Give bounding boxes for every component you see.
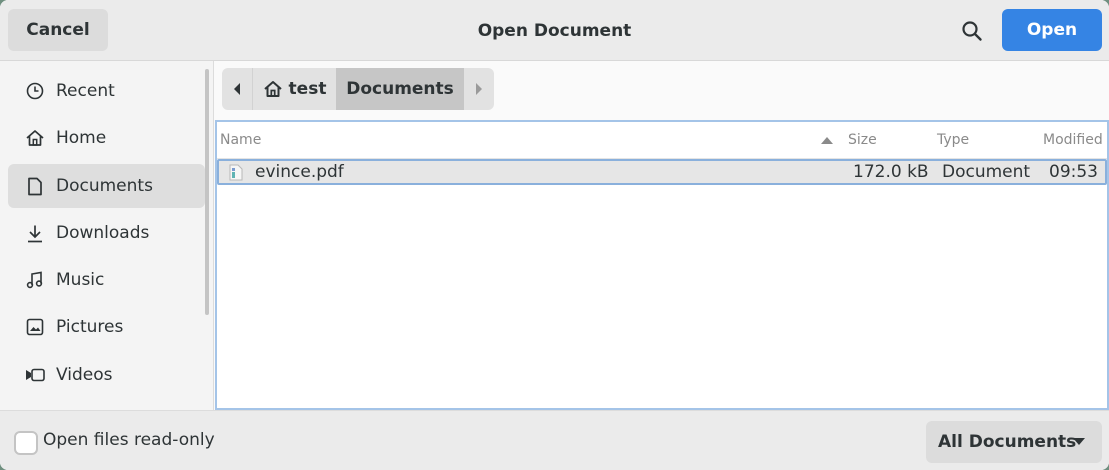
home-icon: [263, 81, 282, 97]
column-header-modified-label: Modified: [1043, 132, 1103, 148]
column-header-name[interactable]: Name: [220, 122, 840, 158]
path-scroll-right-button[interactable]: [464, 68, 494, 110]
dialog-title: Open Document: [477, 20, 632, 41]
read-only-checkbox[interactable]: [14, 431, 38, 455]
picture-icon: [25, 317, 45, 337]
column-header-type-label: Type: [937, 132, 970, 148]
document-icon: [25, 176, 45, 196]
sidebar-scrollbar[interactable]: [205, 69, 209, 315]
header-bar: Cancel Open Document Open: [0, 0, 1109, 61]
sidebar-item-label: Documents: [56, 176, 153, 196]
sidebar-item-downloads[interactable]: Downloads: [8, 211, 205, 255]
file-list[interactable]: Name Size Type Modified evince.pdf 172.0…: [215, 120, 1109, 410]
file-type-filter-dropdown[interactable]: All Documents: [926, 421, 1102, 463]
chevron-left-icon: [234, 83, 240, 95]
file-size: 172.0 kB: [853, 162, 929, 182]
home-icon: [25, 128, 45, 148]
sidebar-item-label: Videos: [56, 365, 113, 385]
path-button-documents[interactable]: Documents: [336, 68, 464, 110]
sidebar-item-home[interactable]: Home: [8, 116, 205, 160]
path-scroll-left-button[interactable]: [222, 68, 252, 110]
open-button[interactable]: Open: [1002, 9, 1102, 51]
sort-ascending-icon: [820, 122, 840, 158]
column-header-size-label: Size: [848, 132, 877, 148]
table-row[interactable]: evince.pdf 172.0 kB Document 09:53: [217, 159, 1107, 185]
path-home-label: test: [288, 79, 327, 99]
pdf-file-icon: [229, 161, 245, 183]
sidebar-item-documents[interactable]: Documents: [8, 164, 205, 208]
path-bar: test Documents: [222, 68, 494, 110]
filter-label: All Documents: [938, 432, 1077, 452]
sidebar-item-label: Pictures: [56, 317, 124, 337]
column-header-name-label: Name: [220, 132, 262, 148]
sidebar-item-pictures[interactable]: Pictures: [8, 305, 205, 349]
column-header-size[interactable]: Size: [848, 122, 928, 158]
sidebar-item-recent[interactable]: Recent: [8, 69, 205, 113]
music-icon: [25, 270, 45, 290]
column-header-modified[interactable]: Modified: [1043, 122, 1109, 158]
sidebar-item-videos[interactable]: Videos: [8, 353, 205, 397]
chevron-down-icon: [1073, 438, 1085, 445]
file-type: Document: [942, 162, 1031, 182]
path-button-home[interactable]: test: [252, 68, 336, 110]
sidebar-item-label: Downloads: [56, 223, 150, 243]
file-chooser-dialog: Cancel Open Document Open Recent Home Do…: [0, 0, 1109, 470]
sidebar-item-label: Recent: [56, 81, 115, 101]
column-header-type[interactable]: Type: [937, 122, 1027, 158]
sidebar-item-music[interactable]: Music: [8, 258, 205, 302]
footer-bar: Open files read-only All Documents: [0, 410, 1109, 470]
file-modified: 09:53: [1049, 162, 1098, 182]
path-current-label: Documents: [346, 79, 454, 99]
search-button[interactable]: [952, 11, 992, 51]
cancel-button[interactable]: Cancel: [8, 9, 108, 51]
read-only-label[interactable]: Open files read-only: [43, 430, 215, 450]
video-icon: [25, 365, 45, 385]
sidebar-item-label: Home: [56, 128, 107, 148]
clock-icon: [25, 81, 45, 101]
sidebar-item-label: Music: [56, 270, 105, 290]
search-icon: [962, 21, 982, 41]
file-name: evince.pdf: [255, 162, 344, 182]
download-icon: [25, 223, 45, 243]
chevron-right-icon: [476, 83, 482, 95]
places-sidebar: Recent Home Documents Downloads Music Pi…: [0, 61, 214, 410]
